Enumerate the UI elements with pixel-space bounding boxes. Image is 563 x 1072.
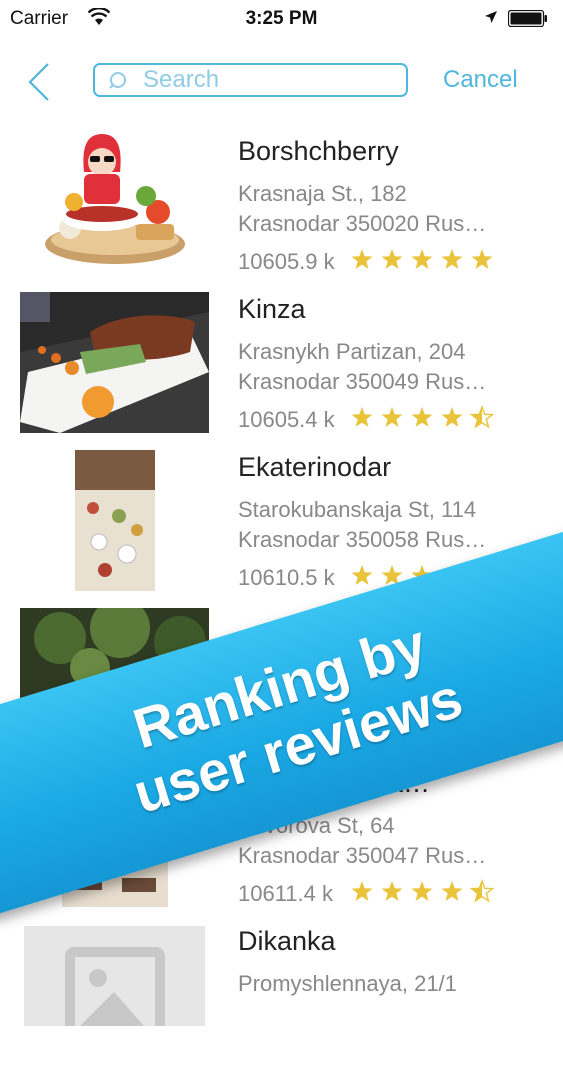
restaurant-name: Kinza — [238, 294, 306, 324]
battery-icon — [508, 10, 547, 27]
list-item[interactable]: Borshchberry Krasnaja St., 182 Krasnodar… — [0, 124, 563, 282]
restaurant-city: Krasnodar 350047 Rus… — [238, 843, 487, 868]
restaurant-name: Ekaterinodar — [238, 452, 392, 482]
star-icon — [381, 407, 403, 427]
star-icon — [441, 249, 463, 269]
restaurant-street: Starokubanskaja St, 114 — [238, 497, 477, 522]
restaurant-photo-placeholder — [24, 926, 205, 1026]
restaurant-street: Krasnykh Partizan, 204 — [238, 339, 466, 364]
restaurant-distance: 10611.4 k — [238, 881, 334, 906]
cancel-button[interactable]: Cancel — [443, 66, 518, 94]
restaurant-street: Promyshlennaya, 21/1 — [238, 971, 457, 996]
restaurant-name: Dikanka — [238, 926, 336, 956]
search-input[interactable] — [143, 67, 393, 93]
back-chevron-icon[interactable] — [24, 62, 54, 102]
list-item[interactable]: Kinza Krasnykh Partizan, 204 Krasnodar 3… — [0, 282, 563, 440]
image-placeholder-icon — [65, 947, 165, 1026]
restaurant-distance: 10610.5 k — [238, 565, 335, 590]
star-icon — [471, 249, 493, 269]
restaurant-city: Krasnodar 350049 Rus… — [238, 369, 487, 394]
restaurant-distance: 10605.4 k — [238, 407, 335, 432]
rating-stars — [351, 249, 493, 269]
star-icon — [441, 407, 463, 427]
star-icon — [351, 407, 373, 427]
restaurant-name: Borshchberry — [238, 136, 399, 166]
star-icon — [351, 881, 373, 901]
star-icon — [411, 407, 433, 427]
star-icon — [381, 881, 403, 901]
restaurant-photo — [75, 450, 155, 591]
clock: 3:25 PM — [245, 8, 318, 29]
restaurant-photo — [20, 292, 209, 433]
star-icon — [411, 881, 433, 901]
rating-stars — [351, 878, 495, 903]
restaurant-city: Krasnodar 350020 Rus… — [238, 211, 487, 236]
restaurant-photo — [44, 132, 186, 268]
star-icon — [381, 249, 403, 269]
restaurant-street: Krasnaja St., 182 — [238, 181, 407, 206]
status-bar: Carrier 3:25 PM — [0, 0, 563, 38]
search-field[interactable] — [93, 63, 408, 97]
rating-stars — [351, 404, 495, 429]
navigation-bar: Cancel — [0, 40, 563, 124]
star-icon — [411, 249, 433, 269]
location-arrow-icon — [485, 11, 497, 23]
star-icon — [351, 249, 373, 269]
search-icon — [109, 72, 126, 89]
restaurant-city: Krasnodar 350058 Rus… — [238, 527, 487, 552]
list-item[interactable]: Dikanka Promyshlennaya, 21/1 — [0, 914, 563, 1072]
restaurant-distance: 10605.9 k — [238, 249, 335, 274]
star-icon — [441, 881, 463, 901]
star-icon — [351, 565, 373, 585]
